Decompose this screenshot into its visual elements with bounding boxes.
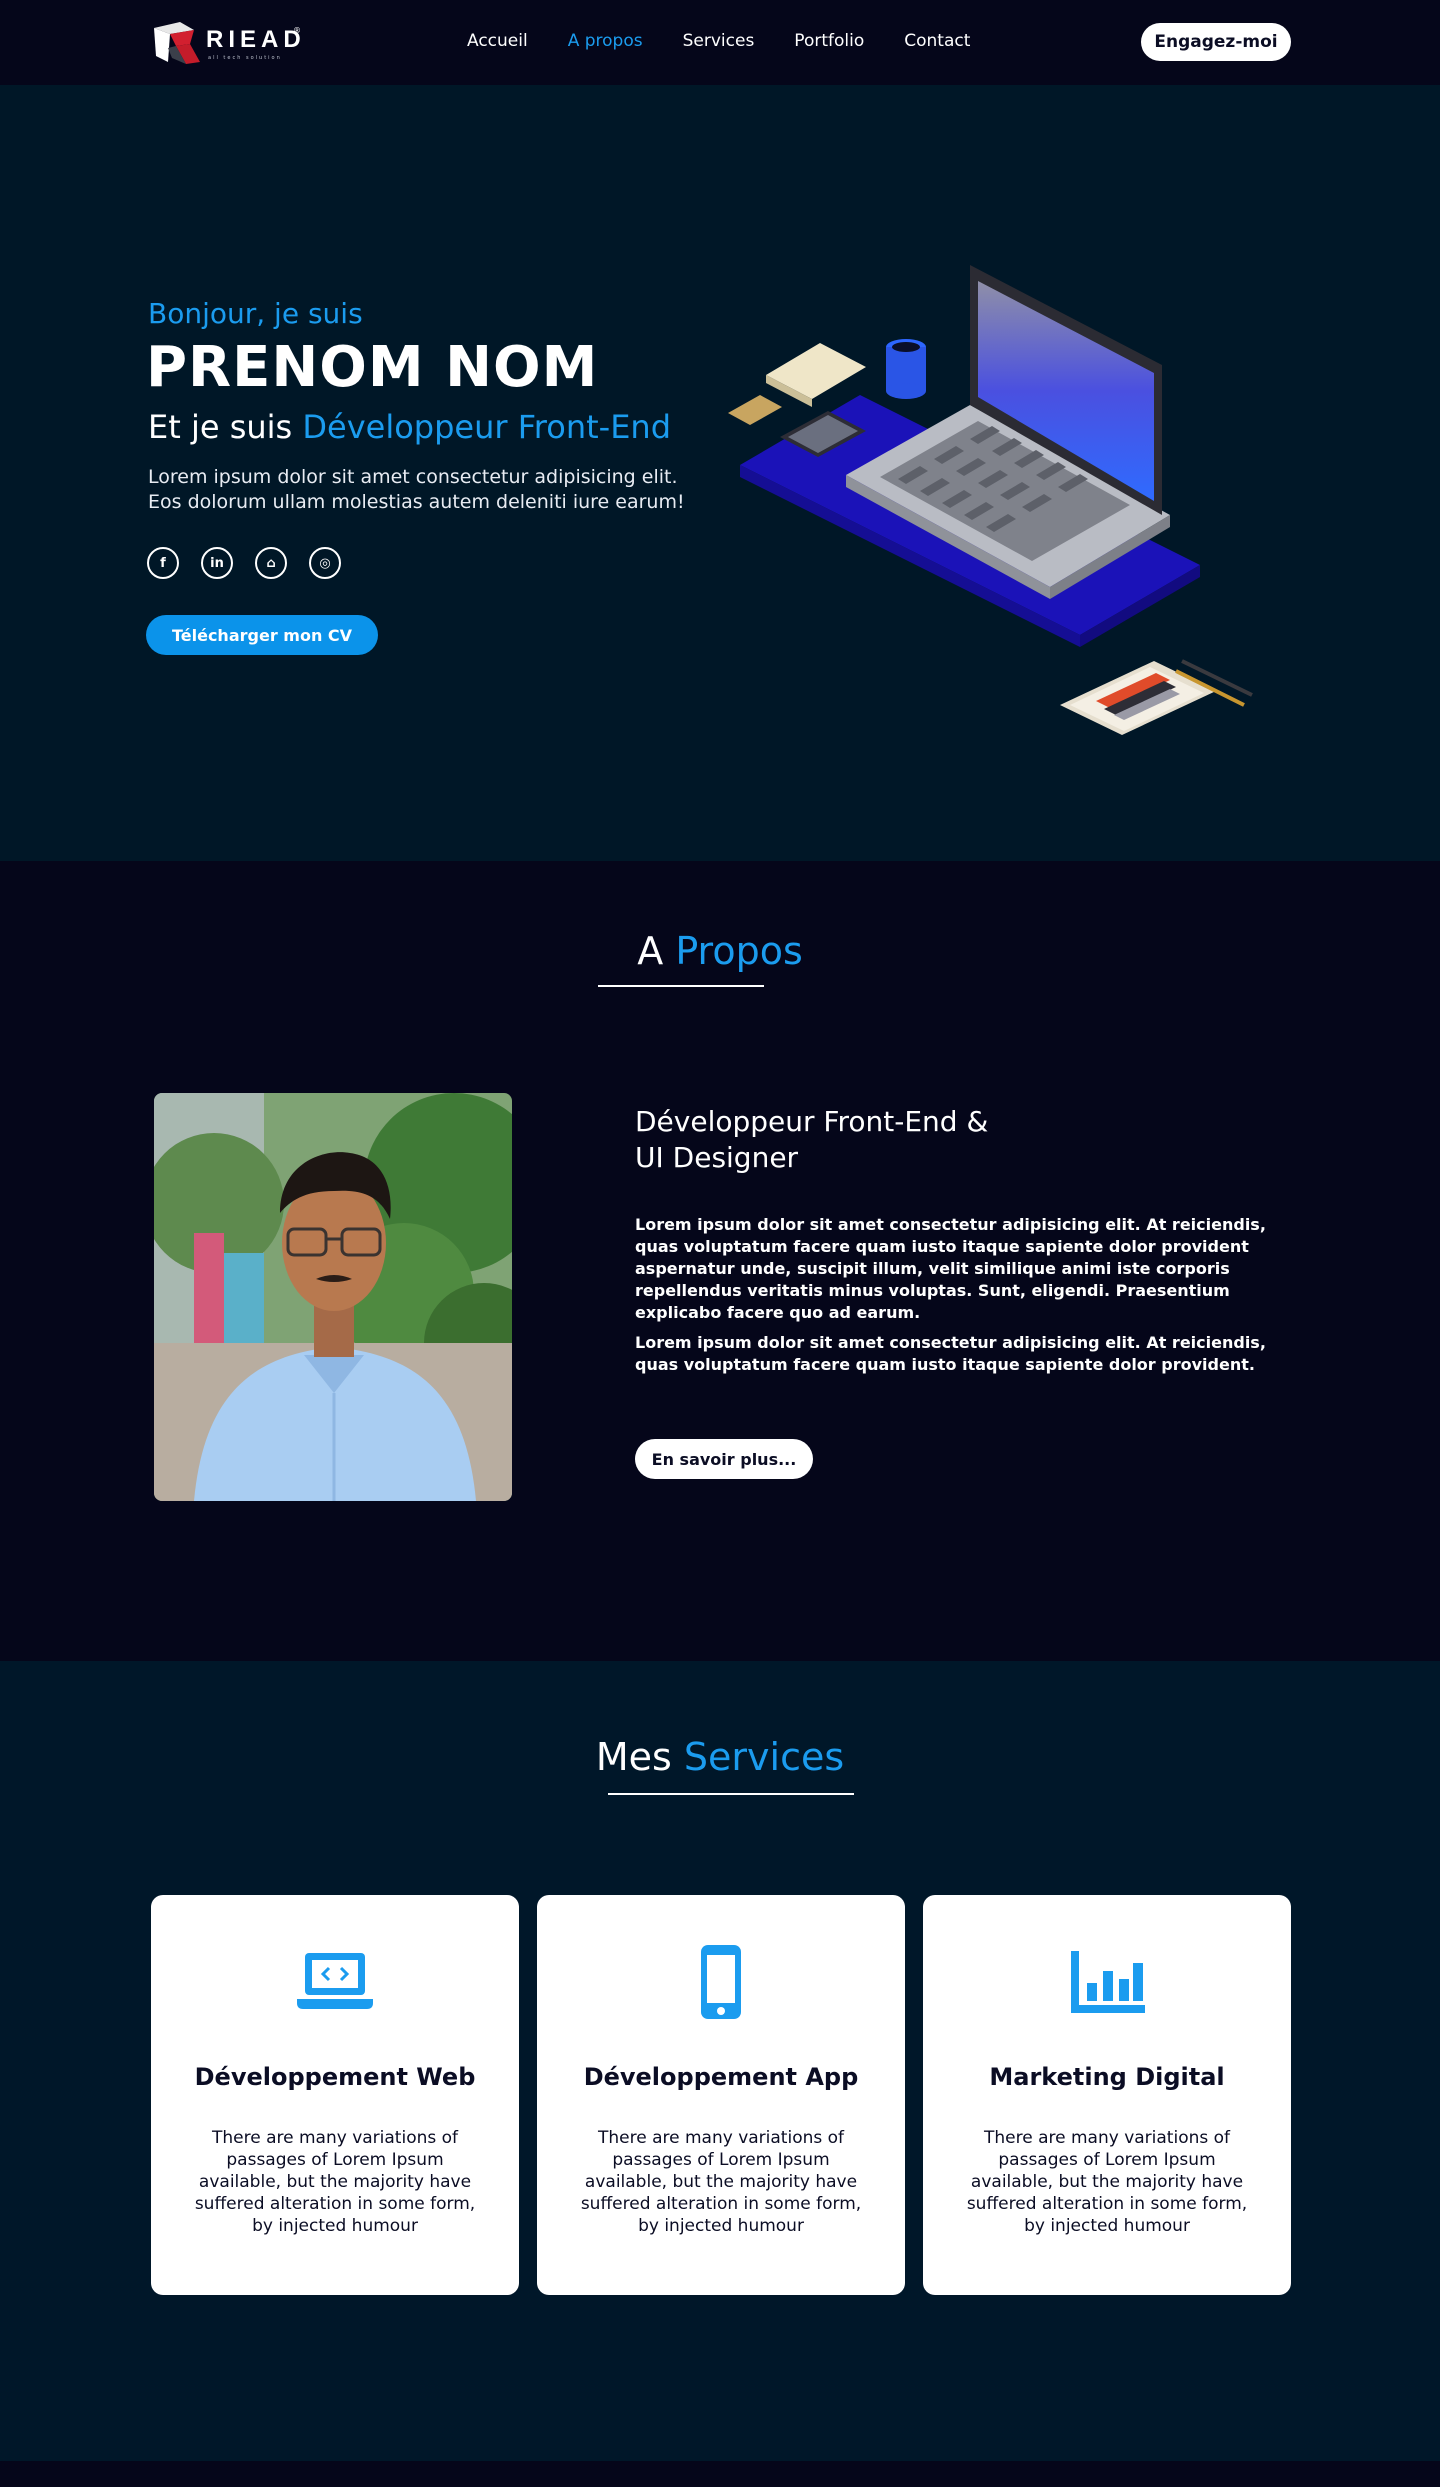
nav-links: Accueil A propos Services Portfolio Cont… xyxy=(467,31,1010,55)
logo-registered-mark: ® xyxy=(293,26,301,35)
service-card-text: There are many variations of passages of… xyxy=(966,2128,1248,2236)
logo-mark-icon xyxy=(154,22,200,64)
profile-portrait-image xyxy=(154,1093,512,1501)
services-title-underline xyxy=(608,1793,854,1795)
instagram-icon[interactable]: ◎ xyxy=(309,547,341,579)
about-heading-line1: Développeur Front-End & xyxy=(635,1105,989,1138)
hero-section: Bonjour, je suis PRENOM NOM Et je suis D… xyxy=(0,85,1440,861)
github-icon[interactable]: ⌂ xyxy=(255,547,287,579)
footer-strip xyxy=(0,2461,1440,2487)
nav-link-contact[interactable]: Contact xyxy=(904,31,970,55)
about-title: A Propos xyxy=(0,929,1440,973)
nav-link-portfolio[interactable]: Portfolio xyxy=(794,31,864,55)
service-card-title: Marketing Digital xyxy=(989,2063,1225,2091)
hero-greeting: Bonjour, je suis xyxy=(148,297,363,330)
service-card-app[interactable]: Développement App There are many variati… xyxy=(537,1895,905,2295)
about-heading-line2: UI Designer xyxy=(635,1141,799,1174)
hero-description: Lorem ipsum dolor sit amet consectetur a… xyxy=(148,466,685,513)
service-card-title: Développement App xyxy=(583,2063,859,2091)
laptop-code-icon xyxy=(297,1953,373,2009)
about-paragraph-1: Lorem ipsum dolor sit amet consectetur a… xyxy=(635,1215,1266,1322)
facebook-icon[interactable]: f xyxy=(147,547,179,579)
hero-role-highlight: Développeur Front-End xyxy=(302,408,672,446)
about-title-underline xyxy=(598,985,764,987)
brand-logo[interactable]: RIEAD ® all tech solution xyxy=(150,18,301,66)
about-heading: Développeur Front-End & UI Designer xyxy=(635,1104,1075,1176)
hero-role-prefix: Et je suis xyxy=(148,408,293,446)
about-title-prefix: A xyxy=(637,929,664,973)
hire-me-button[interactable]: Engagez-moi xyxy=(1141,23,1291,61)
services-title-prefix: Mes xyxy=(595,1735,672,1779)
services-section: Mes Services Développement Web There are… xyxy=(0,1661,1440,2461)
download-cv-button[interactable]: Télécharger mon CV xyxy=(146,615,378,655)
service-card-title: Développement Web xyxy=(194,2063,476,2091)
about-section: A Propos Développeur Front-End & UI Desi… xyxy=(0,861,1440,1661)
profile-photo xyxy=(154,1093,512,1501)
nav-link-accueil[interactable]: Accueil xyxy=(467,31,528,55)
services-title: Mes Services xyxy=(0,1735,1440,1779)
nav-link-services[interactable]: Services xyxy=(683,31,755,55)
laptop-desk-illustration xyxy=(728,265,1253,735)
read-more-button[interactable]: En savoir plus... xyxy=(635,1439,813,1479)
hero-name: PRENOM NOM xyxy=(146,335,599,400)
service-card-marketing[interactable]: Marketing Digital There are many variati… xyxy=(923,1895,1291,2295)
logo-wordmark: RIEAD xyxy=(206,26,306,53)
linkedin-icon[interactable]: in xyxy=(201,547,233,579)
about-paragraph-2: Lorem ipsum dolor sit amet consectetur a… xyxy=(635,1333,1266,1374)
nav-link-apropos[interactable]: A propos xyxy=(568,31,643,55)
social-links: f in ⌂ ◎ xyxy=(147,547,363,579)
logo-tagline: all tech solution xyxy=(208,55,282,61)
about-title-highlight: Propos xyxy=(675,929,803,973)
bar-chart-icon xyxy=(1071,1951,1145,2013)
service-card-web[interactable]: Développement Web There are many variati… xyxy=(151,1895,519,2295)
hero-role: Et je suis Développeur Front-End xyxy=(148,408,671,446)
services-title-highlight: Services xyxy=(683,1735,845,1779)
service-card-text: There are many variations of passages of… xyxy=(194,2128,476,2236)
mobile-phone-icon xyxy=(701,1945,741,2019)
top-navbar: RIEAD ® all tech solution Accueil A prop… xyxy=(0,0,1440,85)
service-card-text: There are many variations of passages of… xyxy=(580,2128,862,2236)
